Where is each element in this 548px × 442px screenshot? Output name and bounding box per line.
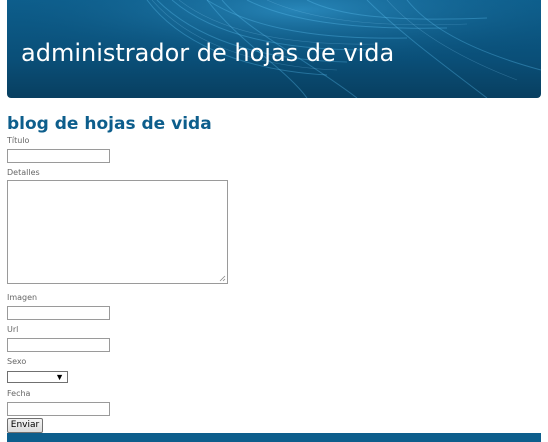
page-heading: blog de hojas de vida (7, 114, 212, 134)
resize-grip-icon[interactable] (219, 275, 226, 282)
fecha-label: Fecha (7, 389, 31, 398)
header-banner: administrador de hojas de vida (7, 0, 541, 98)
imagen-input[interactable] (7, 306, 110, 320)
page: administrador de hojas de vida blog de h… (0, 0, 548, 442)
url-label: Url (7, 325, 19, 334)
imagen-label: Imagen (7, 293, 38, 302)
site-title: administrador de hojas de vida (21, 39, 395, 67)
sexo-label: Sexo (7, 357, 27, 366)
detalles-label: Detalles (7, 168, 40, 177)
url-input[interactable] (7, 338, 110, 352)
sexo-select[interactable]: ▼ (7, 371, 68, 383)
chevron-down-icon: ▼ (55, 372, 64, 382)
enviar-button[interactable]: Enviar (7, 418, 43, 433)
fecha-input[interactable] (7, 402, 110, 416)
detalles-textarea[interactable] (7, 180, 228, 284)
footer-bar (7, 433, 541, 442)
titulo-label: Título (7, 136, 30, 145)
titulo-input[interactable] (7, 149, 110, 163)
